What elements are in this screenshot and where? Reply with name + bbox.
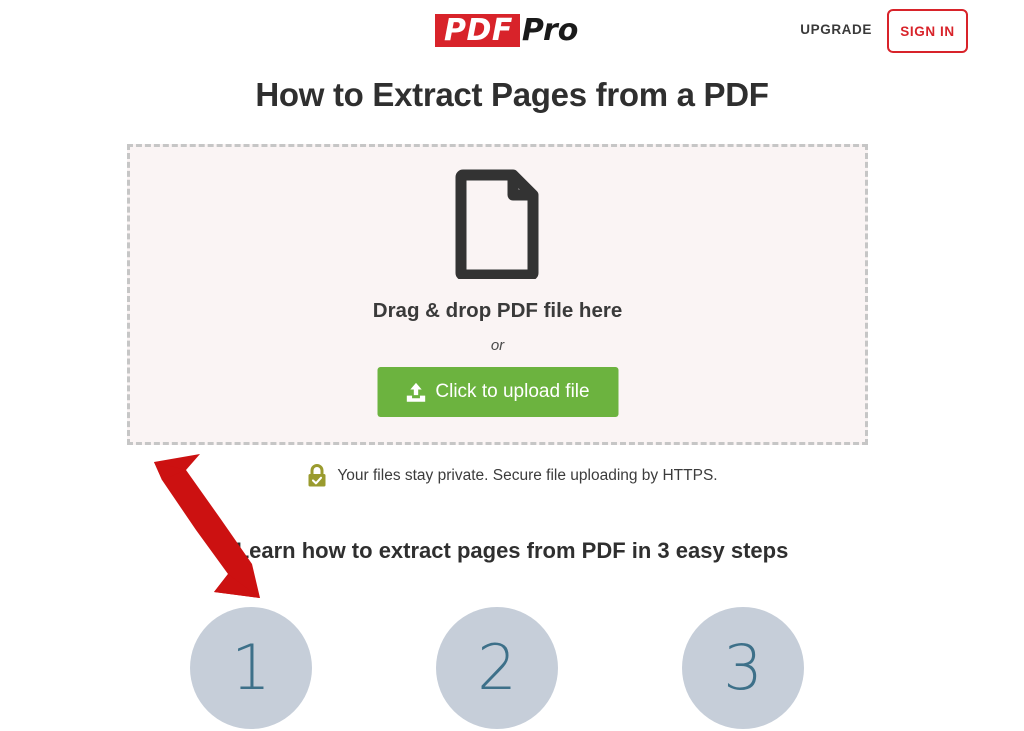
dropzone-title: Drag & drop PDF file here	[372, 299, 623, 322]
upload-icon	[406, 382, 426, 402]
upgrade-link[interactable]: UPGRADE	[800, 22, 872, 37]
steps-heading: Learn how to extract pages from PDF in 3…	[235, 538, 789, 563]
site-header: PDF Pro UPGRADE SIGN IN	[0, 0, 1024, 62]
step-circle-2[interactable]: 2	[436, 607, 558, 729]
privacy-note: Your files stay private. Secure file upl…	[0, 463, 1024, 488]
logo-mark-pdf: PDF	[435, 13, 520, 47]
lock-check-icon	[308, 464, 326, 487]
page-title: How to Extract Pages from a PDF	[255, 76, 769, 113]
logo-word-pro: Pro	[521, 12, 579, 48]
file-dropzone[interactable]: Drag & drop PDF file here or Click to up…	[127, 144, 868, 445]
sign-in-button[interactable]: SIGN IN	[887, 9, 968, 53]
page-root: PDF Pro UPGRADE SIGN IN How to Extract P…	[0, 0, 1024, 731]
pdfpro-logo[interactable]: PDF Pro	[435, 12, 578, 48]
steps-row: 1 2 3	[190, 607, 804, 729]
click-to-upload-button[interactable]: Click to upload file	[377, 367, 618, 417]
step-circle-3[interactable]: 3	[682, 607, 804, 729]
step-circle-1[interactable]: 1	[190, 607, 312, 729]
privacy-text: Your files stay private. Secure file upl…	[337, 466, 718, 484]
upload-button-label: Click to upload file	[435, 381, 590, 402]
document-icon	[455, 169, 538, 279]
dropzone-or-label: or	[490, 337, 505, 354]
